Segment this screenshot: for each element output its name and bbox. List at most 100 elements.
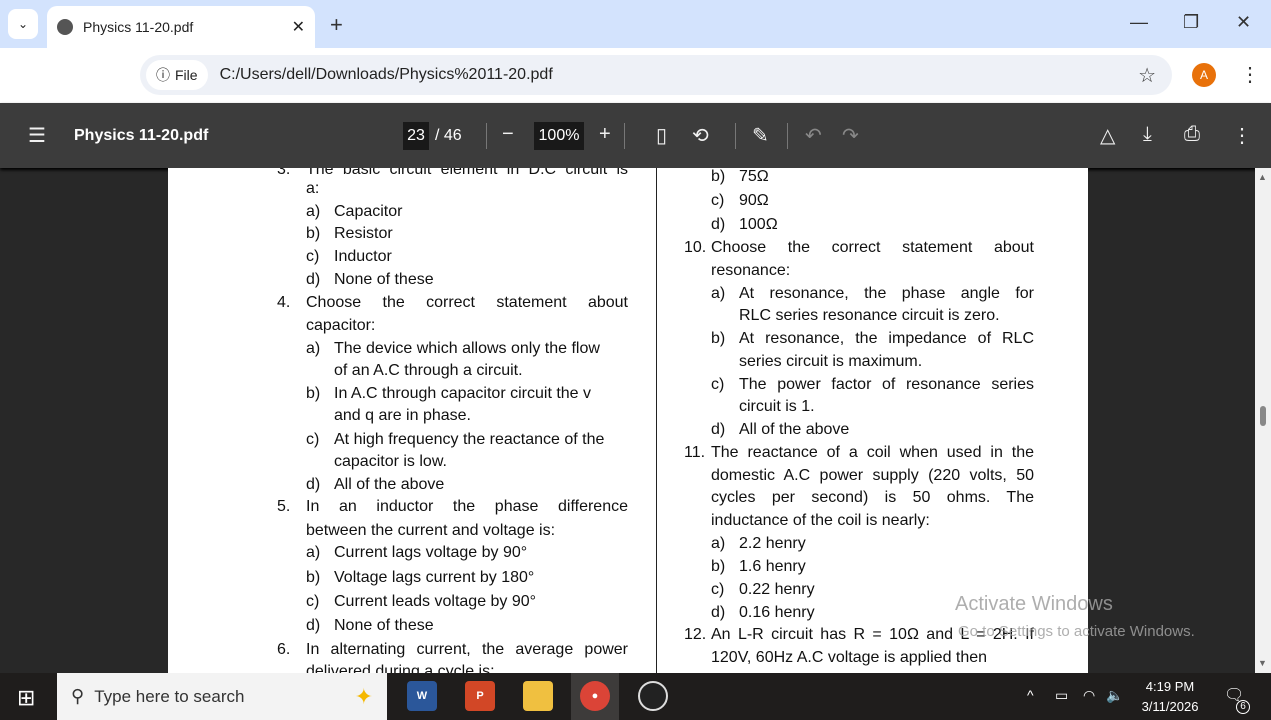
- option-label: d): [711, 216, 726, 233]
- text-line: d) 100Ω: [168, 215, 1088, 235]
- download-icon[interactable]: ⤓: [1143, 123, 1152, 146]
- option-label: c): [711, 376, 725, 393]
- option-text: At resonance, the phase angle for: [739, 285, 1034, 302]
- text-line: 12. An L-R circuit has R = 10Ω and L = 2H…: [168, 625, 1088, 645]
- bookmark-star-icon[interactable]: ☆: [1138, 63, 1156, 88]
- print-icon[interactable]: ⎙: [1184, 123, 1200, 146]
- tab-strip: ⌄ Physics 11-20.pdf ✕ + — ❐ ✕: [0, 0, 1271, 48]
- text-line: 11. The reactance of a coil when used in …: [168, 443, 1088, 463]
- tab-search-button[interactable]: ⌄: [8, 9, 38, 39]
- drive-save-icon[interactable]: △: [1100, 123, 1115, 148]
- new-tab-button[interactable]: +: [330, 12, 343, 38]
- battery-icon[interactable]: ▭: [1055, 687, 1068, 704]
- scrollbar[interactable]: ▲ ▼: [1255, 168, 1271, 673]
- continuation-text: cycles per second) is 50 ohms. The: [711, 489, 1034, 506]
- rotate-icon[interactable]: ⟲: [692, 123, 709, 148]
- question-text: Choose the correct statement about: [711, 239, 1034, 256]
- draw-icon[interactable]: ✎: [752, 123, 769, 148]
- option-label: a): [711, 535, 726, 552]
- wifi-icon[interactable]: ◠: [1083, 687, 1095, 704]
- text-line: circuit is 1.: [168, 397, 1088, 417]
- windows-start-icon[interactable]: ⊞: [17, 685, 35, 711]
- powerpoint-icon[interactable]: P: [465, 681, 495, 711]
- continuation-text: 120V, 60Hz A.C voltage is applied then: [711, 649, 988, 666]
- continuation-text: RLC series resonance circuit is zero.: [739, 307, 1000, 324]
- activation-watermark-title: Activate Windows: [955, 593, 1113, 615]
- question-text: The reactance of a coil when used in the: [711, 444, 1034, 461]
- browser-menu-icon[interactable]: ⋮: [1240, 62, 1260, 87]
- scroll-up-icon[interactable]: ▲: [1258, 172, 1267, 182]
- volume-icon[interactable]: 🔈: [1106, 687, 1123, 704]
- option-text: 75Ω: [739, 168, 769, 185]
- text-line: c) 0.22 henry: [168, 580, 1088, 600]
- text-line: b) 1.6 henry: [168, 557, 1088, 577]
- search-icon: ⚲: [71, 686, 85, 706]
- word-icon[interactable]: W: [407, 681, 437, 711]
- clock-date: 3/11/2026: [1141, 699, 1199, 714]
- option-label: b): [711, 558, 726, 575]
- notification-count: 6: [1236, 700, 1250, 714]
- question-number: 10.: [684, 239, 707, 256]
- continuation-text: resonance:: [711, 262, 791, 279]
- option-label: b): [711, 330, 726, 347]
- tray-chevron-icon[interactable]: ^: [1027, 687, 1034, 703]
- file-explorer-icon[interactable]: [523, 681, 553, 711]
- tab-title: Physics 11-20.pdf: [83, 19, 194, 35]
- fit-page-icon[interactable]: ▯: [656, 123, 667, 148]
- option-label: c): [711, 192, 725, 209]
- text-line: inductance of the coil is nearly:: [168, 511, 1088, 531]
- site-info-chip[interactable]: ⓘ File: [146, 60, 208, 90]
- close-window-button[interactable]: ✕: [1236, 12, 1251, 33]
- zoom-out-button[interactable]: −: [502, 123, 514, 146]
- text-line: b) At resonance, the impedance of RLC: [168, 329, 1088, 349]
- chrome-icon[interactable]: ●: [580, 681, 610, 711]
- more-options-icon[interactable]: ⋮: [1232, 123, 1252, 148]
- menu-icon[interactable]: ☰: [28, 123, 46, 148]
- text-line: a) At resonance, the phase angle for: [168, 284, 1088, 304]
- continuation-text: series circuit is maximum.: [739, 353, 923, 370]
- divider: [624, 123, 625, 149]
- omnibox[interactable]: ⓘ File C:/Users/dell/Downloads/Physics%20…: [140, 55, 1172, 95]
- taskbar-search[interactable]: ⚲ Type here to search ✦: [57, 673, 387, 720]
- option-label: b): [711, 168, 726, 185]
- profile-avatar[interactable]: A: [1192, 63, 1216, 87]
- zoom-in-button[interactable]: +: [599, 123, 611, 146]
- question-number: 11.: [684, 444, 706, 461]
- info-icon: ⓘ: [156, 67, 170, 83]
- text-line: resonance:: [168, 261, 1088, 281]
- page-number-input[interactable]: 23: [403, 122, 429, 150]
- text-line: b) 75Ω: [168, 168, 1088, 187]
- tab-pdf[interactable]: Physics 11-20.pdf ✕: [47, 6, 315, 48]
- restore-button[interactable]: ❐: [1183, 12, 1199, 33]
- undo-icon[interactable]: ↶: [805, 123, 822, 148]
- url-text[interactable]: C:/Users/dell/Downloads/Physics%2011-20.…: [220, 66, 553, 84]
- sparkle-icon: ✦: [354, 683, 373, 709]
- zoom-input[interactable]: 100%: [534, 122, 584, 150]
- option-text: 1.6 henry: [739, 558, 806, 575]
- site-chip-label: File: [175, 67, 198, 83]
- scroll-down-icon[interactable]: ▼: [1258, 658, 1267, 668]
- option-text: 2.2 henry: [739, 535, 806, 552]
- text-line: cycles per second) is 50 ohms. The: [168, 488, 1088, 508]
- option-label: c): [711, 581, 725, 598]
- redo-icon[interactable]: ↷: [842, 123, 859, 148]
- text-line: 10. Choose the correct statement about: [168, 238, 1088, 258]
- continuation-text: circuit is 1.: [739, 398, 815, 415]
- text-line: 120V, 60Hz A.C voltage is applied then: [168, 648, 1088, 668]
- option-label: a): [711, 285, 726, 302]
- text-line: d) All of the above: [168, 420, 1088, 440]
- question-number: 12.: [684, 626, 707, 643]
- divider: [735, 123, 736, 149]
- scrollbar-thumb[interactable]: [1260, 406, 1266, 426]
- obs-icon[interactable]: [638, 681, 668, 711]
- pdf-page: 3. The basic circuit element in D.C circu…: [168, 168, 1088, 673]
- option-text: 100Ω: [739, 216, 778, 233]
- close-tab-icon[interactable]: ✕: [292, 17, 305, 37]
- option-label: d): [711, 604, 726, 621]
- text-line: d) 0.16 henry: [168, 603, 1088, 623]
- clock[interactable]: 4:19 PM 3/11/2026: [1130, 677, 1210, 717]
- pdf-toolbar: ☰ Physics 11-20.pdf 23 / 46 − 100% + ▯ ⟲…: [0, 103, 1271, 168]
- text-line: domestic A.C power supply (220 volts, 50: [168, 466, 1088, 486]
- option-text: 0.22 henry: [739, 581, 815, 598]
- minimize-button[interactable]: —: [1130, 12, 1148, 33]
